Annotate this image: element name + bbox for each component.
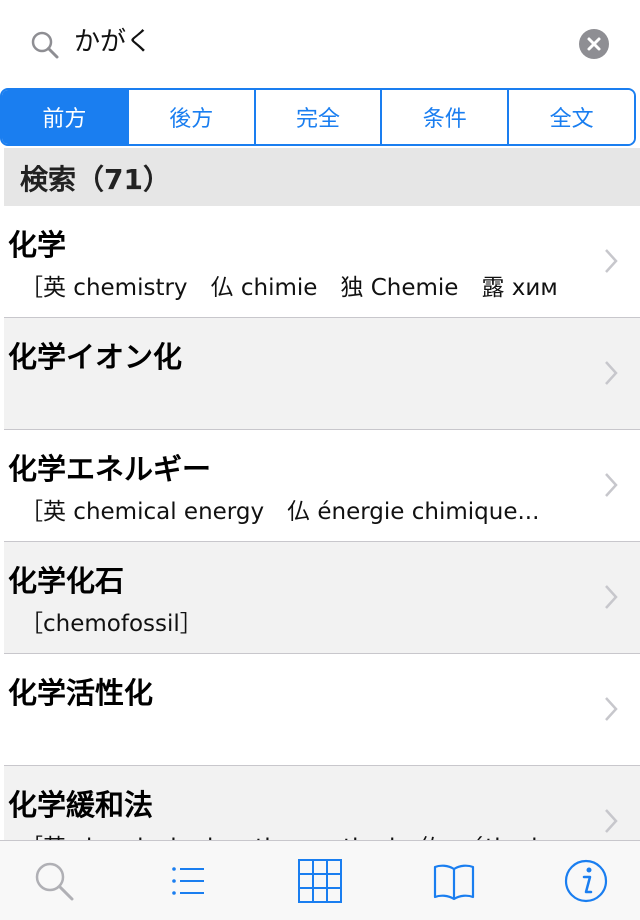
search-icon[interactable]	[30, 857, 78, 905]
clear-search-button[interactable]	[579, 29, 609, 59]
chevron-right-icon	[605, 809, 618, 833]
item-subtitle: ［chemofossil］	[20, 611, 203, 637]
search-icon	[31, 31, 59, 59]
segment-exact[interactable]: 完全	[253, 90, 381, 144]
segment-forward[interactable]: 前方	[2, 90, 127, 144]
item-title: 化学化石	[8, 564, 125, 598]
chevron-right-icon	[605, 585, 618, 609]
segment-backward[interactable]: 後方	[126, 90, 254, 144]
chevron-right-icon	[605, 249, 618, 273]
section-header: 検索（71）	[4, 148, 640, 206]
item-title: 化学エネルギー	[8, 452, 212, 486]
result-list: 化学 ［英 chemistry 仏 chimie 独 Chemie 露 хим …	[4, 206, 640, 840]
tab-bar	[0, 840, 640, 920]
list-item[interactable]: 化学 ［英 chemistry 仏 chimie 独 Chemie 露 хим	[4, 206, 640, 318]
chevron-right-icon	[605, 361, 618, 385]
item-title: 化学活性化	[8, 676, 154, 710]
search-input[interactable]: かがく	[74, 24, 152, 60]
chevron-right-icon	[605, 697, 618, 721]
list-item[interactable]: 化学エネルギー ［英 chemical energy 仏 énergie chi…	[4, 430, 640, 542]
item-title: 化学イオン化	[8, 340, 183, 374]
search-mode-segmented-control: 前方 後方 完全 条件 全文	[0, 88, 636, 146]
section-header-title: 検索（71）	[20, 163, 171, 196]
list-item[interactable]: 化学活性化	[4, 654, 640, 766]
item-subtitle: ［英 chemical energy 仏 énergie chimique...	[20, 499, 540, 525]
list-icon[interactable]	[164, 857, 212, 905]
segment-condition[interactable]: 条件	[380, 90, 508, 144]
search-bar: かがく	[0, 0, 640, 88]
segment-fulltext[interactable]: 全文	[507, 90, 634, 144]
grid-icon[interactable]	[296, 857, 344, 905]
list-item[interactable]: 化学緩和法 ［英 chemical relaxation method 仏 mé…	[4, 766, 640, 840]
book-icon[interactable]	[430, 857, 478, 905]
chevron-right-icon	[605, 473, 618, 497]
item-subtitle: ［英 chemistry 仏 chimie 独 Chemie 露 хим	[20, 275, 558, 301]
item-subtitle: ［英 chemical relaxation method 仏 méthod	[20, 828, 580, 840]
list-item[interactable]: 化学化石 ［chemofossil］	[4, 542, 640, 654]
item-title: 化学緩和法	[8, 788, 154, 822]
info-icon[interactable]	[562, 857, 610, 905]
item-title: 化学	[8, 228, 67, 262]
close-icon	[587, 37, 601, 51]
list-item[interactable]: 化学イオン化	[4, 318, 640, 430]
